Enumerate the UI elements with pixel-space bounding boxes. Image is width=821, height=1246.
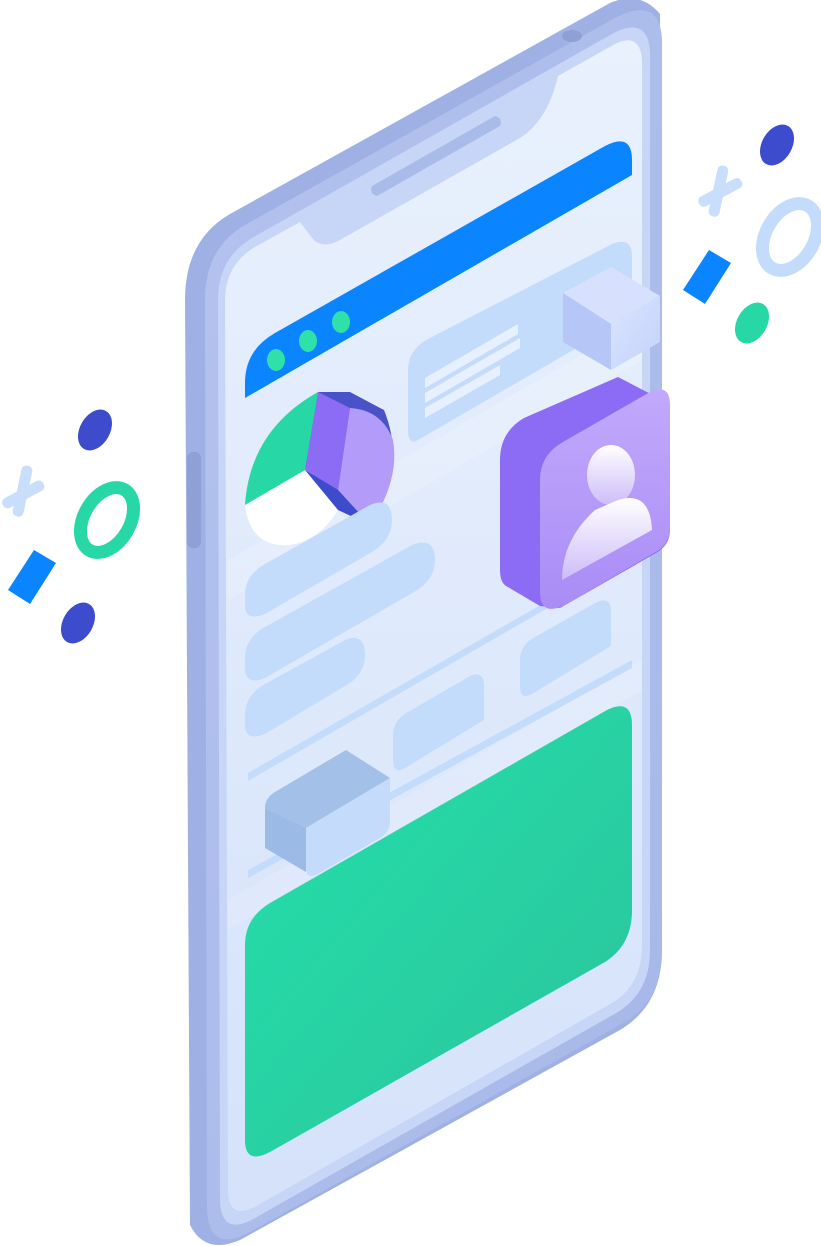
header-dot-2 [299,330,317,352]
ring-icon [756,197,821,277]
dot-icon [60,602,96,644]
ring-icon [73,481,141,559]
diamond-icon [683,250,731,304]
diamond-icon [8,550,56,604]
x-mark-icon [698,165,743,217]
dot-icon [77,409,113,451]
illustration-canvas [0,0,821,1246]
dot-icon [734,302,770,344]
camera-icon [562,30,582,42]
phone-illustration [2,0,821,1245]
dot-icon [759,124,795,166]
x-mark-icon [2,465,45,517]
left-decorations [2,409,141,644]
header-dot-1 [267,349,285,371]
right-decorations [683,124,821,344]
side-button [187,452,201,548]
header-dot-3 [332,311,350,333]
